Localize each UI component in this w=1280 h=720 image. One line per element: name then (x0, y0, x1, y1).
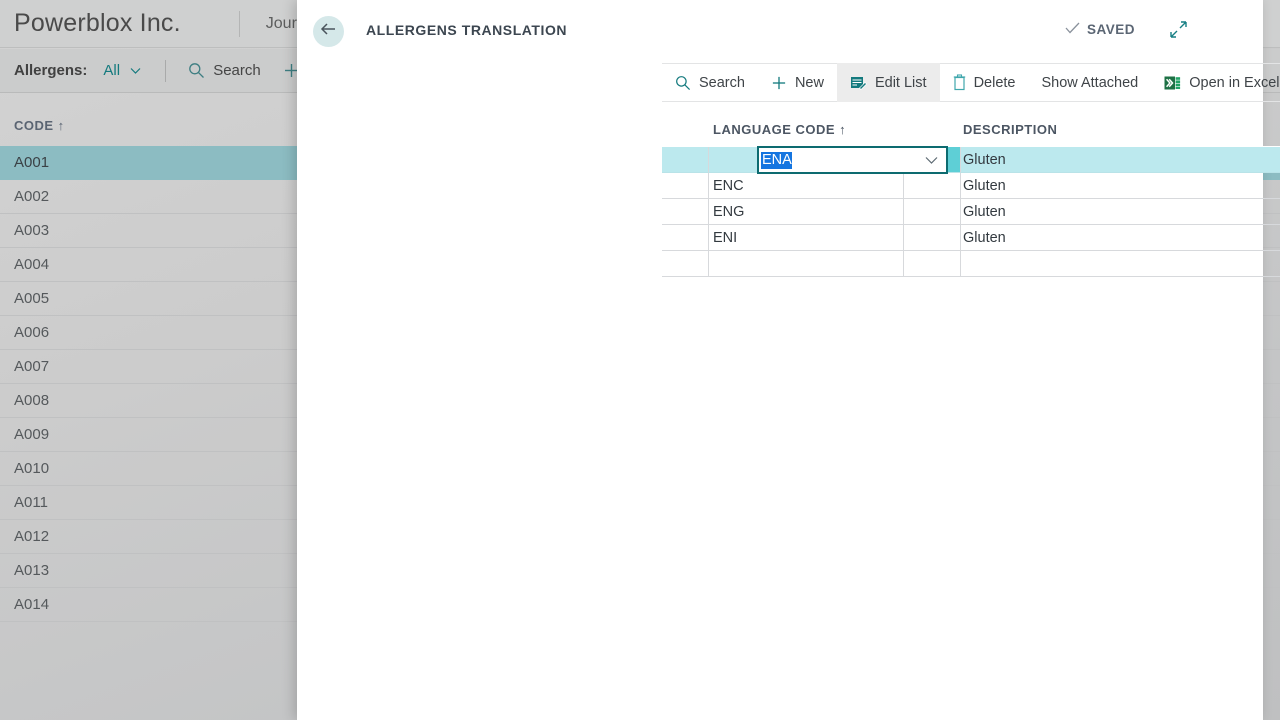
chevron-down-icon[interactable] (925, 156, 938, 165)
row-menu-cell (904, 173, 961, 199)
toolbar-show-attached-button[interactable]: Show Attached (1028, 63, 1151, 102)
list-item-code: A001 (14, 154, 50, 171)
check-icon (1065, 22, 1080, 37)
toolbar-search-label: Search (699, 74, 745, 91)
cell-description-text: Gluten (963, 151, 1006, 168)
list-item-code: A012 (14, 528, 50, 545)
dialog-title: ALLERGENS TRANSLATION (366, 22, 568, 38)
grid-body: ENA Gluten ENC Gluten ENG Gluten ENI Gluten (662, 146, 1280, 277)
grid-header-description[interactable]: DESCRIPTION (961, 118, 1280, 137)
list-item-code: A011 (14, 494, 48, 511)
toolbar-open-in-excel-button[interactable]: Open in Excel (1151, 63, 1280, 102)
toolbar-new-label: New (794, 74, 824, 91)
list-item-code: A007 (14, 358, 50, 375)
cell-language-code[interactable]: ENI (709, 225, 904, 251)
list-item-code: A003 (14, 222, 50, 239)
row-indicator-cell (662, 199, 709, 225)
row-menu-cell (904, 199, 961, 225)
filter-value-all[interactable]: All (103, 62, 141, 79)
toolbar-open-in-excel-label: Open in Excel (1189, 74, 1280, 91)
grid-header-indicator (662, 118, 709, 122)
search-icon (188, 62, 205, 79)
chevron-down-icon (130, 66, 141, 78)
list-item-code: A006 (14, 324, 50, 341)
toolbar-show-attached-label: Show Attached (1041, 74, 1139, 91)
cell-description[interactable]: Gluten (961, 199, 1280, 225)
cell-language-code-text: ENC (713, 177, 744, 194)
bg-search-button[interactable]: Search (188, 62, 261, 79)
list-item-code: A013 (14, 562, 50, 579)
cell-description-text: Gluten (963, 203, 1006, 220)
edit-list-icon (850, 75, 867, 91)
list-item-code: A005 (14, 290, 50, 307)
row-menu-cell (904, 225, 961, 251)
table-row[interactable]: ENI Gluten (662, 225, 1280, 251)
back-button[interactable] (313, 16, 344, 47)
dialog-toolbar: Search New Edit List Delete Show Attache… (662, 63, 1280, 102)
cell-description-text: Gluten (963, 229, 1006, 246)
cell-language-code-text: ENI (713, 229, 738, 246)
list-item-code: A014 (14, 596, 50, 613)
top-bar-divider (238, 10, 240, 37)
cell-description[interactable] (961, 251, 1280, 277)
cell-language-code[interactable] (709, 251, 904, 277)
cell-description-text: Gluten (963, 177, 1006, 194)
excel-icon (1164, 75, 1181, 91)
cell-language-code-text: ENG (713, 203, 745, 220)
grid-header-row: LANGUAGE CODE ↑ DESCRIPTION CUSTOMER NO.… (662, 118, 1280, 146)
translation-grid: LANGUAGE CODE ↑ DESCRIPTION CUSTOMER NO.… (662, 118, 1280, 277)
list-item-code: A002 (14, 188, 50, 205)
filter-bar-divider (165, 59, 167, 82)
bg-search-label: Search (213, 62, 261, 79)
table-row[interactable]: ENC Gluten (662, 173, 1280, 199)
status-badge-saved: SAVED (1065, 22, 1135, 37)
back-arrow-icon (320, 22, 337, 41)
row-indicator-cell (662, 225, 709, 251)
cell-description[interactable]: Gluten (961, 147, 1280, 173)
cell-language-code[interactable]: ENC (709, 173, 904, 199)
table-row[interactable] (662, 251, 1280, 277)
filter-value-text: All (103, 62, 121, 79)
search-icon (675, 75, 691, 91)
row-indicator-cell (662, 251, 709, 277)
grid-header-menu-spacer (904, 118, 961, 122)
toolbar-edit-list-button[interactable]: Edit List (836, 63, 940, 102)
cell-language-code[interactable]: ENA (709, 146, 948, 174)
cell-description[interactable]: Gluten (961, 173, 1280, 199)
list-item-code: A004 (14, 256, 50, 273)
toolbar-delete-label: Delete (973, 74, 1016, 91)
saved-label: SAVED (1086, 22, 1135, 37)
language-code-input-value: ENA (761, 151, 792, 169)
row-menu-cell (904, 251, 961, 277)
expand-diagonal-icon (1169, 20, 1188, 44)
dialog-header: ALLERGENS TRANSLATION SAVED (297, 0, 1263, 62)
filter-label: Allergens: (14, 62, 88, 79)
table-row[interactable]: ENG Gluten (662, 199, 1280, 225)
toolbar-search-button[interactable]: Search (662, 63, 758, 102)
cell-description[interactable]: Gluten (961, 225, 1280, 251)
cell-language-code[interactable]: ENG (709, 199, 904, 225)
row-indicator-cell (662, 173, 709, 199)
list-item-code: A010 (14, 460, 50, 477)
company-name: Powerblox Inc. (14, 9, 181, 37)
grid-header-language-code[interactable]: LANGUAGE CODE ↑ (709, 118, 904, 137)
table-row[interactable]: ENA Gluten (662, 146, 1280, 174)
row-indicator-cell (662, 147, 709, 173)
language-code-input[interactable]: ENA (757, 146, 948, 174)
toolbar-new-button[interactable]: New (758, 63, 837, 102)
toolbar-edit-list-label: Edit List (874, 74, 927, 91)
plus-icon (771, 75, 787, 91)
list-item-code: A009 (14, 426, 50, 443)
expand-button[interactable] (1165, 19, 1191, 45)
toolbar-delete-button[interactable]: Delete (940, 63, 1029, 102)
allergens-translation-dialog: ALLERGENS TRANSLATION SAVED Search New E… (297, 0, 1280, 720)
list-item-code: A008 (14, 392, 50, 409)
trash-icon (953, 74, 966, 91)
